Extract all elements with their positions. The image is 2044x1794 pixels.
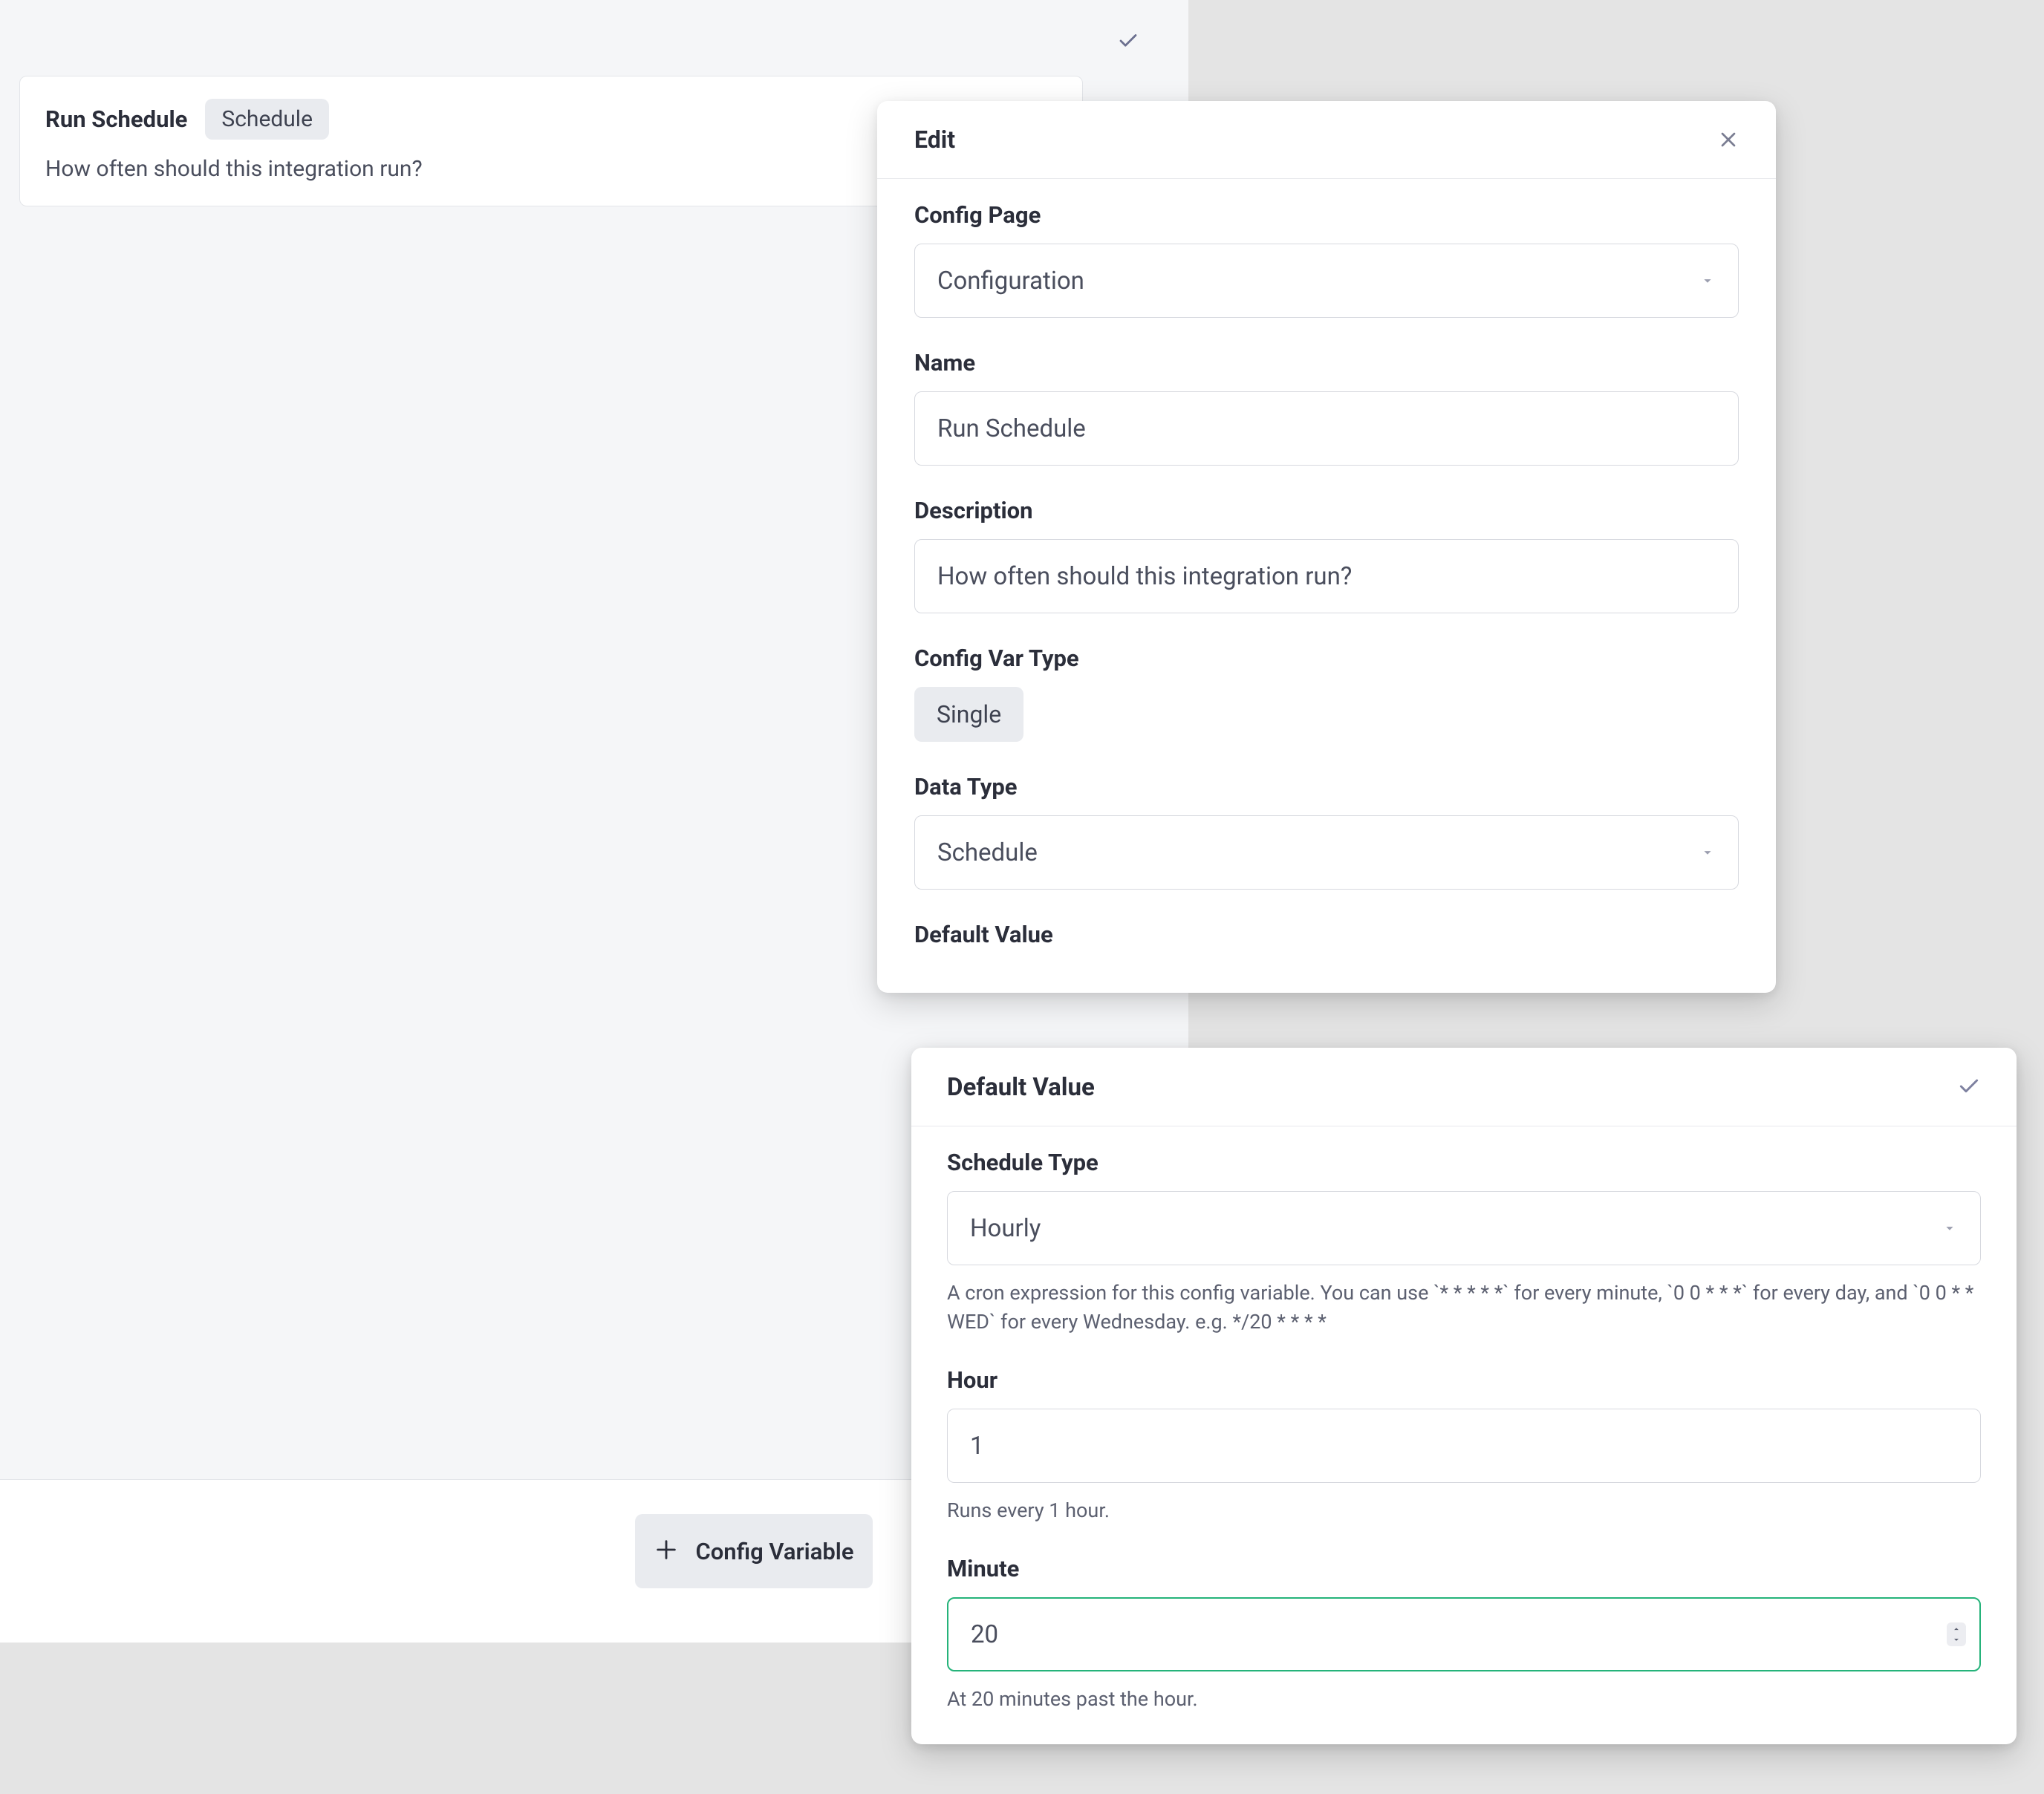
card-title: Run Schedule: [45, 105, 187, 133]
popover-title: Default Value: [947, 1073, 1095, 1102]
data-type-select[interactable]: Schedule: [914, 815, 1739, 890]
modal-title: Edit: [914, 125, 955, 154]
name-group: Name Run Schedule: [914, 349, 1739, 466]
panel-check-icon: [1117, 30, 1139, 55]
caret-down-icon: [1699, 267, 1716, 296]
edit-modal: Edit Config Page Configuration Name Run …: [877, 101, 1776, 993]
close-button[interactable]: [1713, 125, 1743, 154]
schedule-type-help: A cron expression for this config variab…: [947, 1279, 1981, 1337]
minute-input[interactable]: 20: [947, 1597, 1981, 1671]
minute-value: 20: [971, 1620, 998, 1649]
stepper-up-icon: [1950, 1624, 1963, 1634]
description-group: Description How often should this integr…: [914, 497, 1739, 613]
hour-value: 1: [970, 1432, 984, 1461]
data-type-value: Schedule: [937, 838, 1038, 867]
config-page-label: Config Page: [914, 201, 1739, 229]
minute-group: Minute 20 At 20 minutes past the hour.: [947, 1555, 1981, 1714]
number-stepper[interactable]: [1947, 1622, 1966, 1646]
chip-label: Schedule: [221, 106, 313, 132]
name-label: Name: [914, 349, 1739, 376]
schedule-type-value: Hourly: [970, 1214, 1041, 1243]
modal-body: Config Page Configuration Name Run Sched…: [877, 179, 1776, 948]
hour-group: Hour 1 Runs every 1 hour.: [947, 1366, 1981, 1525]
popover-header: Default Value: [911, 1048, 2017, 1126]
caret-down-icon: [1942, 1214, 1958, 1243]
description-input[interactable]: How often should this integration run?: [914, 539, 1739, 613]
config-var-type-value: Single: [937, 700, 1001, 728]
default-value-label: Default Value: [914, 921, 1739, 948]
hour-label: Hour: [947, 1366, 1981, 1394]
add-config-variable-button[interactable]: Config Variable: [635, 1514, 873, 1588]
config-var-button-label: Config Variable: [695, 1538, 853, 1565]
plus-icon: [654, 1537, 679, 1565]
stepper-down-icon: [1950, 1634, 1963, 1645]
popover-body: Schedule Type Hourly A cron expression f…: [911, 1126, 2017, 1744]
hour-input[interactable]: 1: [947, 1409, 1981, 1483]
config-page-group: Config Page Configuration: [914, 201, 1739, 318]
config-var-type-label: Config Var Type: [914, 645, 1739, 672]
schedule-chip: Schedule: [205, 99, 329, 140]
schedule-type-label: Schedule Type: [947, 1149, 1981, 1176]
config-page-value: Configuration: [937, 267, 1084, 296]
schedule-type-select[interactable]: Hourly: [947, 1191, 1981, 1265]
confirm-button[interactable]: [1957, 1074, 1981, 1101]
config-var-type-tag: Single: [914, 687, 1023, 742]
name-input[interactable]: Run Schedule: [914, 391, 1739, 466]
modal-header: Edit: [877, 101, 1776, 179]
name-value: Run Schedule: [937, 414, 1086, 443]
description-label: Description: [914, 497, 1739, 524]
minute-label: Minute: [947, 1555, 1981, 1582]
default-value-popover: Default Value Schedule Type Hourly A cro…: [911, 1048, 2017, 1744]
schedule-type-group: Schedule Type Hourly A cron expression f…: [947, 1149, 1981, 1337]
caret-down-icon: [1699, 838, 1716, 867]
default-value-group: Default Value: [914, 921, 1739, 948]
minute-help: At 20 minutes past the hour.: [947, 1685, 1981, 1714]
hour-help: Runs every 1 hour.: [947, 1496, 1981, 1525]
config-var-type-group: Config Var Type Single: [914, 645, 1739, 742]
config-page-select[interactable]: Configuration: [914, 244, 1739, 318]
description-value: How often should this integration run?: [937, 562, 1352, 591]
data-type-label: Data Type: [914, 773, 1739, 800]
data-type-group: Data Type Schedule: [914, 773, 1739, 890]
